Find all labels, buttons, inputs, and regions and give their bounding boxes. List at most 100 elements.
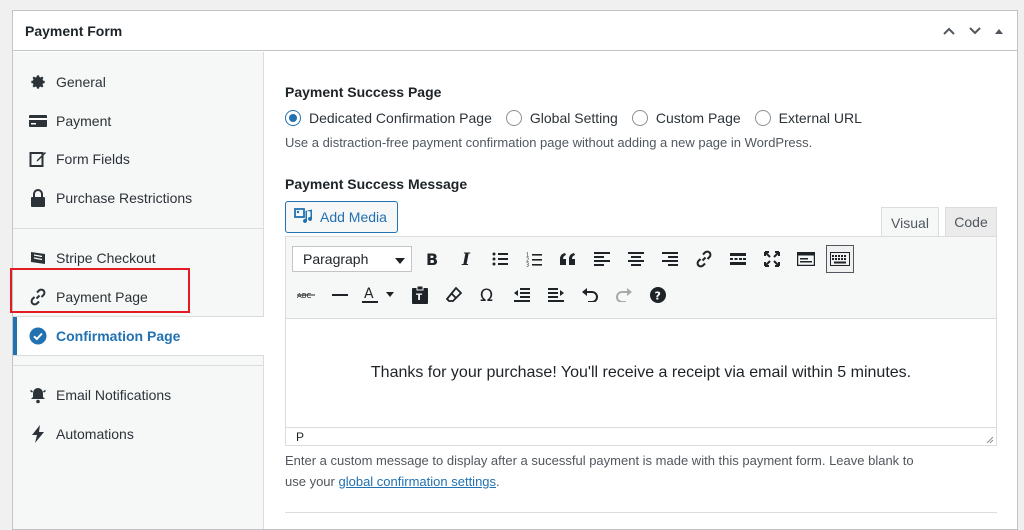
sidebar-item-label: Form Fields	[56, 151, 130, 167]
sidebar-item-label: Email Notifications	[56, 387, 172, 403]
sidebar-item-label: Payment Page	[56, 289, 148, 305]
tab-visual[interactable]: Visual	[881, 207, 939, 237]
tab-code[interactable]: Code	[945, 207, 997, 237]
text-color-button[interactable]: A	[360, 281, 400, 309]
radio-circle[interactable]	[754, 110, 771, 126]
toolbar-row-2: ABC A T Ω ?	[292, 281, 678, 309]
bell-icon	[28, 385, 48, 405]
check-circle-icon	[28, 326, 48, 346]
svg-text:T: T	[416, 293, 423, 303]
align-center-button[interactable]	[622, 245, 650, 273]
gear-icon	[28, 72, 48, 92]
collapse-toggle-icon[interactable]	[993, 25, 1005, 37]
outdent-button[interactable]	[508, 281, 536, 309]
toolbar-toggle-button[interactable]	[826, 245, 854, 273]
paste-text-button[interactable]: T	[406, 281, 434, 309]
editor-toolbar: Paragraph B I 123 ABC A T Ω ?	[286, 237, 996, 319]
distraction-free-button[interactable]	[792, 245, 820, 273]
align-right-button[interactable]	[656, 245, 684, 273]
help-icon[interactable]: ?	[644, 281, 672, 309]
sidebar-item-confirmation-page[interactable]: Confirmation Page	[13, 317, 265, 355]
sidebar-divider	[13, 355, 264, 356]
settings-content: Payment Success Page Dedicated Confirmat…	[285, 52, 1017, 529]
radio-circle[interactable]	[285, 110, 301, 126]
move-up-icon[interactable]	[941, 23, 957, 39]
help-text: Enter a custom message to display after …	[285, 453, 914, 468]
blockquote-button[interactable]	[554, 245, 582, 273]
sidebar-item-general[interactable]: General	[13, 63, 264, 101]
radio-custom-page[interactable]: Custom Page	[631, 110, 741, 126]
edit-icon	[28, 149, 48, 169]
clear-formatting-button[interactable]	[440, 281, 468, 309]
bolt-icon	[28, 424, 48, 444]
sidebar-item-label: Confirmation Page	[56, 328, 181, 344]
help-text-end: .	[496, 474, 500, 489]
bullet-list-button[interactable]	[486, 245, 514, 273]
panel-controls	[941, 23, 1005, 39]
success-message-label: Payment Success Message	[285, 176, 468, 192]
add-media-label: Add Media	[320, 209, 387, 225]
sidebar-item-payment[interactable]: Payment	[13, 102, 264, 140]
numbered-list-button[interactable]: 123	[520, 245, 548, 273]
sidebar-item-label: Automations	[56, 426, 134, 442]
format-select[interactable]: Paragraph	[292, 246, 412, 272]
sidebar-item-purchase-restrictions[interactable]: Purchase Restrictions	[13, 179, 264, 217]
special-character-button[interactable]: Ω	[474, 281, 502, 309]
svg-text:A: A	[364, 286, 374, 302]
svg-text:?: ?	[655, 290, 661, 303]
global-confirmation-settings-link[interactable]: global confirmation settings	[339, 474, 497, 489]
svg-text:3: 3	[526, 262, 529, 267]
element-path[interactable]: P	[296, 430, 304, 444]
radio-circle[interactable]	[505, 110, 522, 126]
sidebar-item-form-fields[interactable]: Form Fields	[13, 140, 264, 178]
panel-header: Payment Form	[13, 11, 1017, 51]
radio-external-url[interactable]: External URL	[754, 110, 862, 126]
settings-sidebar: General Payment Form Fields Purchase Res…	[13, 52, 265, 529]
chevron-down-icon	[395, 251, 405, 267]
svg-text:I: I	[461, 251, 471, 267]
radio-dedicated-confirmation-page[interactable]: Dedicated Confirmation Page	[285, 110, 492, 126]
svg-text:B: B	[426, 251, 438, 267]
redo-button[interactable]	[610, 281, 638, 309]
toolbar-row-1: Paragraph B I 123	[292, 245, 860, 273]
sidebar-item-label: Payment	[56, 113, 112, 129]
stripe-icon	[28, 248, 48, 268]
radio-circle[interactable]	[631, 110, 648, 126]
link-icon	[28, 287, 48, 307]
section-divider	[285, 512, 997, 513]
horizontal-line-button[interactable]	[326, 281, 354, 309]
sidebar-item-automations[interactable]: Automations	[13, 415, 264, 453]
sidebar-item-email-notifications[interactable]: Email Notifications	[13, 376, 264, 414]
fullscreen-button[interactable]	[758, 245, 786, 273]
read-more-button[interactable]	[724, 245, 752, 273]
sidebar-divider	[13, 365, 264, 366]
align-left-button[interactable]	[588, 245, 616, 273]
radio-label: Dedicated Confirmation Page	[309, 110, 492, 126]
add-media-button[interactable]: Add Media	[285, 201, 398, 233]
sidebar-item-label: Purchase Restrictions	[56, 190, 193, 206]
insert-link-button[interactable]	[690, 245, 718, 273]
sidebar-item-stripe-checkout[interactable]: Stripe Checkout	[13, 239, 264, 277]
editor-status-bar: P	[286, 427, 996, 445]
move-down-icon[interactable]	[967, 23, 983, 39]
italic-button[interactable]: I	[452, 245, 480, 273]
editor-content[interactable]: Thanks for your purchase! You'll receive…	[286, 319, 996, 427]
panel-title: Payment Form	[25, 22, 123, 39]
help-text-2: use your	[285, 474, 335, 489]
indent-button[interactable]	[542, 281, 570, 309]
success-page-radio-group: Dedicated Confirmation Page Global Setti…	[285, 110, 876, 126]
sidebar-item-payment-page[interactable]: Payment Page	[13, 278, 264, 316]
radio-label: Global Setting	[529, 110, 618, 126]
success-page-description: Use a distraction-free payment confirmat…	[285, 135, 813, 150]
svg-text:Ω: Ω	[480, 287, 493, 303]
radio-global-setting[interactable]: Global Setting	[505, 110, 618, 126]
undo-button[interactable]	[576, 281, 604, 309]
add-media-icon	[294, 207, 314, 228]
success-page-label: Payment Success Page	[285, 84, 442, 100]
resize-handle-icon[interactable]	[984, 433, 994, 444]
bold-button[interactable]: B	[418, 245, 446, 273]
lock-icon	[28, 188, 48, 208]
strikethrough-button[interactable]: ABC	[292, 281, 320, 309]
payment-form-panel: Payment Form General Payment Form Fields…	[12, 10, 1018, 530]
sidebar-divider	[13, 228, 264, 229]
